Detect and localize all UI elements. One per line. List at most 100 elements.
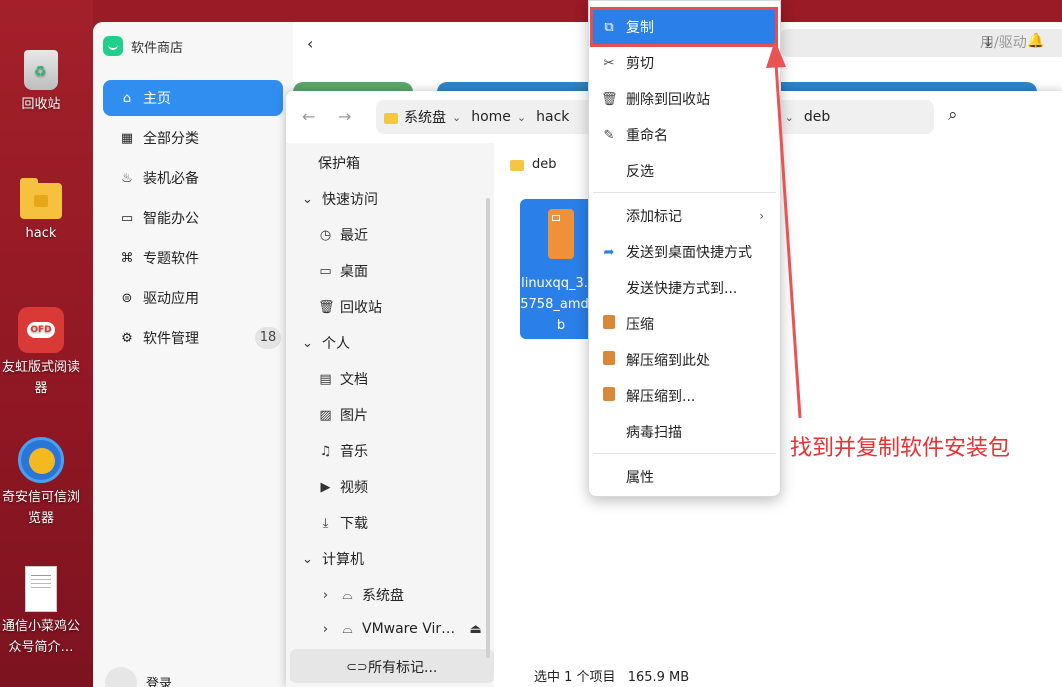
disk-icon: ⌓ — [342, 621, 353, 637]
menu-label: 重命名 — [626, 128, 668, 144]
sidebar-label: 快速访问 — [322, 192, 378, 208]
zip-icon — [601, 387, 617, 405]
menu-item-extract-to[interactable]: 解压缩到... — [593, 378, 776, 414]
current-folder-header: deb — [510, 157, 557, 172]
copy-icon: ⧉ — [604, 19, 614, 35]
desktop-icon-hack-folder[interactable]: hack — [0, 178, 82, 244]
selection-size: 165.9 MB — [627, 670, 690, 685]
breadcrumb-item[interactable]: 系统盘 ⌄ — [384, 107, 461, 127]
search-icon[interactable]: ⌕ — [948, 105, 958, 125]
menu-separator — [593, 453, 776, 454]
sidebar-label: 系统盘 — [362, 588, 404, 604]
video-icon: ▶ — [320, 479, 331, 495]
menu-item-copy[interactable]: ⧉ 复制 — [590, 7, 778, 47]
download-icon[interactable]: ⤓ — [985, 33, 992, 51]
menu-item-compress[interactable]: 压缩 — [593, 306, 776, 342]
store-nav-all-categories[interactable]: ▦ 全部分类 — [103, 120, 283, 156]
folder-icon — [510, 160, 524, 171]
chevron-down-icon: ⌄ — [302, 335, 313, 351]
sidebar-item-documents[interactable]: ▤ 文档 — [318, 369, 368, 389]
menu-item-properties[interactable]: 属性 — [593, 459, 776, 495]
desktop-icon-label: 回收站 — [21, 97, 61, 112]
folder-icon — [384, 112, 398, 124]
sidebar-item-trash[interactable]: 🗑 回收站 — [318, 297, 382, 317]
store-nav-office[interactable]: ▭ 智能办公 — [103, 200, 283, 236]
menu-item-send-shortcut[interactable]: 发送快捷方式到... — [593, 270, 776, 306]
sidebar-item-tags[interactable]: ⊂⊃ 所有标记... — [346, 657, 437, 677]
menu-label: 压缩 — [626, 317, 654, 333]
tag-icon: ⊂⊃ — [346, 659, 368, 675]
clock-icon: ◷ — [319, 227, 332, 243]
bell-icon[interactable]: 🔔 — [1027, 33, 1044, 49]
desktop-icon-reader[interactable]: OFD 友虹版式阅读器 — [0, 307, 82, 399]
menu-item-virus-scan[interactable]: 病毒扫描 — [593, 414, 776, 450]
menu-item-delete[interactable]: 🗑 删除到回收站 — [593, 81, 776, 117]
selection-count: 选中 1 个项目 — [534, 670, 616, 685]
trash-icon: 🗑 — [318, 299, 335, 315]
sidebar-label: 文档 — [340, 372, 368, 388]
back-arrow-icon[interactable]: ← — [302, 107, 315, 126]
menu-item-invert-selection[interactable]: 反选 — [593, 153, 776, 189]
sidebar-item-downloads[interactable]: ⤓ 下载 — [318, 513, 368, 533]
chevron-down-icon: ⌄ — [302, 551, 313, 567]
crumb-label: hack — [536, 109, 570, 125]
trash-icon: ♻ — [24, 50, 58, 90]
sidebar-item-desktop[interactable]: ▭ 桌面 — [318, 261, 368, 281]
store-nav-drivers[interactable]: ⊜ 驱动应用 — [103, 280, 283, 316]
breadcrumb-item[interactable]: deb — [804, 109, 830, 125]
store-nav-essentials[interactable]: ♨ 装机必备 — [103, 160, 283, 196]
sidebar-item-pictures[interactable]: ▨ 图片 — [318, 405, 368, 425]
sidebar-item-recent[interactable]: ◷ 最近 — [318, 225, 368, 245]
nav-label: 装机必备 — [143, 171, 199, 187]
breadcrumb-item[interactable]: home ⌄ — [471, 109, 526, 125]
sidebar-item-vault[interactable]: 保护箱 — [318, 153, 360, 173]
sidebar-group-personal[interactable]: ⌄ 个人 — [300, 333, 350, 353]
home-icon: ⌂ — [122, 90, 132, 106]
desktop-icon-label: 通信小菜鸡公众号简介… — [1, 619, 80, 655]
desktop-icon-doc[interactable]: 通信小菜鸡公众号简介… — [0, 566, 82, 658]
gear-icon: ⚙ — [121, 330, 133, 346]
context-menu: ⧉ 复制 ✂ 剪切 🗑 删除到回收站 ✎ 重命名 反选 添加标记 › ➦ 发送到桌面快捷方式… — [588, 0, 781, 497]
nav-label: 驱动应用 — [143, 291, 199, 307]
sidebar-item-music[interactable]: ♫ 音乐 — [318, 441, 368, 461]
sidebar-scrollbar[interactable] — [486, 198, 490, 658]
menu-item-extract-here[interactable]: 解压缩到此处 — [593, 342, 776, 378]
driver-icon: ⊜ — [121, 290, 133, 306]
sidebar-item-vmware[interactable]: › ⌓ VMware Vir… ⏏ — [318, 621, 483, 637]
forward-arrow-icon[interactable]: → — [338, 107, 351, 126]
store-title: 软件商店 — [103, 36, 183, 56]
image-icon: ▨ — [319, 407, 332, 423]
crumb-label: deb — [803, 109, 831, 125]
sidebar-label: 回收站 — [340, 300, 382, 316]
eject-icon[interactable]: ⏏ — [468, 622, 483, 637]
store-nav-home[interactable]: ⌂ 主页 — [103, 80, 283, 116]
back-icon[interactable]: ‹ — [307, 34, 313, 53]
menu-item-rename[interactable]: ✎ 重命名 — [593, 117, 776, 153]
desktop-icon-label: hack — [25, 226, 57, 241]
desktop-icon-browser[interactable]: 奇安信可信浏览器 — [0, 437, 82, 529]
sidebar-label: 所有标记... — [368, 660, 438, 676]
sidebar-item-system-disk[interactable]: › ⌓ 系统盘 — [318, 585, 404, 605]
sidebar-group-computer[interactable]: ⌄ 计算机 — [300, 549, 364, 569]
sidebar-item-videos[interactable]: ▶ 视频 — [318, 477, 369, 497]
grid-icon: ▦ — [120, 130, 134, 146]
menu-item-send-to-desktop[interactable]: ➦ 发送到桌面快捷方式 — [593, 234, 776, 270]
breadcrumb-item[interactable]: hack — [536, 109, 569, 125]
chevron-down-icon: ⌄ — [452, 110, 462, 124]
menu-item-add-tag[interactable]: 添加标记 › — [593, 198, 776, 234]
desktop-icon-trash[interactable]: ♻ 回收站 — [0, 50, 82, 115]
login-link[interactable]: 登录 — [146, 673, 172, 687]
chevron-right-icon: › — [322, 621, 329, 637]
store-nav-topics[interactable]: ⌘ 专题软件 — [103, 240, 283, 276]
avatar[interactable] — [105, 667, 137, 687]
menu-label: 复制 — [626, 20, 654, 36]
download-icon: ⤓ — [322, 515, 329, 531]
browser-icon — [18, 437, 64, 483]
music-icon: ♫ — [319, 443, 332, 459]
menu-item-cut[interactable]: ✂ 剪切 — [593, 45, 776, 81]
sidebar-label: 视频 — [340, 480, 368, 496]
zip-icon — [601, 315, 617, 333]
store-nav-manage[interactable]: ⚙ 软件管理 18 — [103, 320, 283, 356]
sidebar-group-quick-access[interactable]: ⌄ 快速访问 — [300, 189, 378, 209]
store-search-input[interactable]: 用/驱动 — [780, 29, 1062, 57]
